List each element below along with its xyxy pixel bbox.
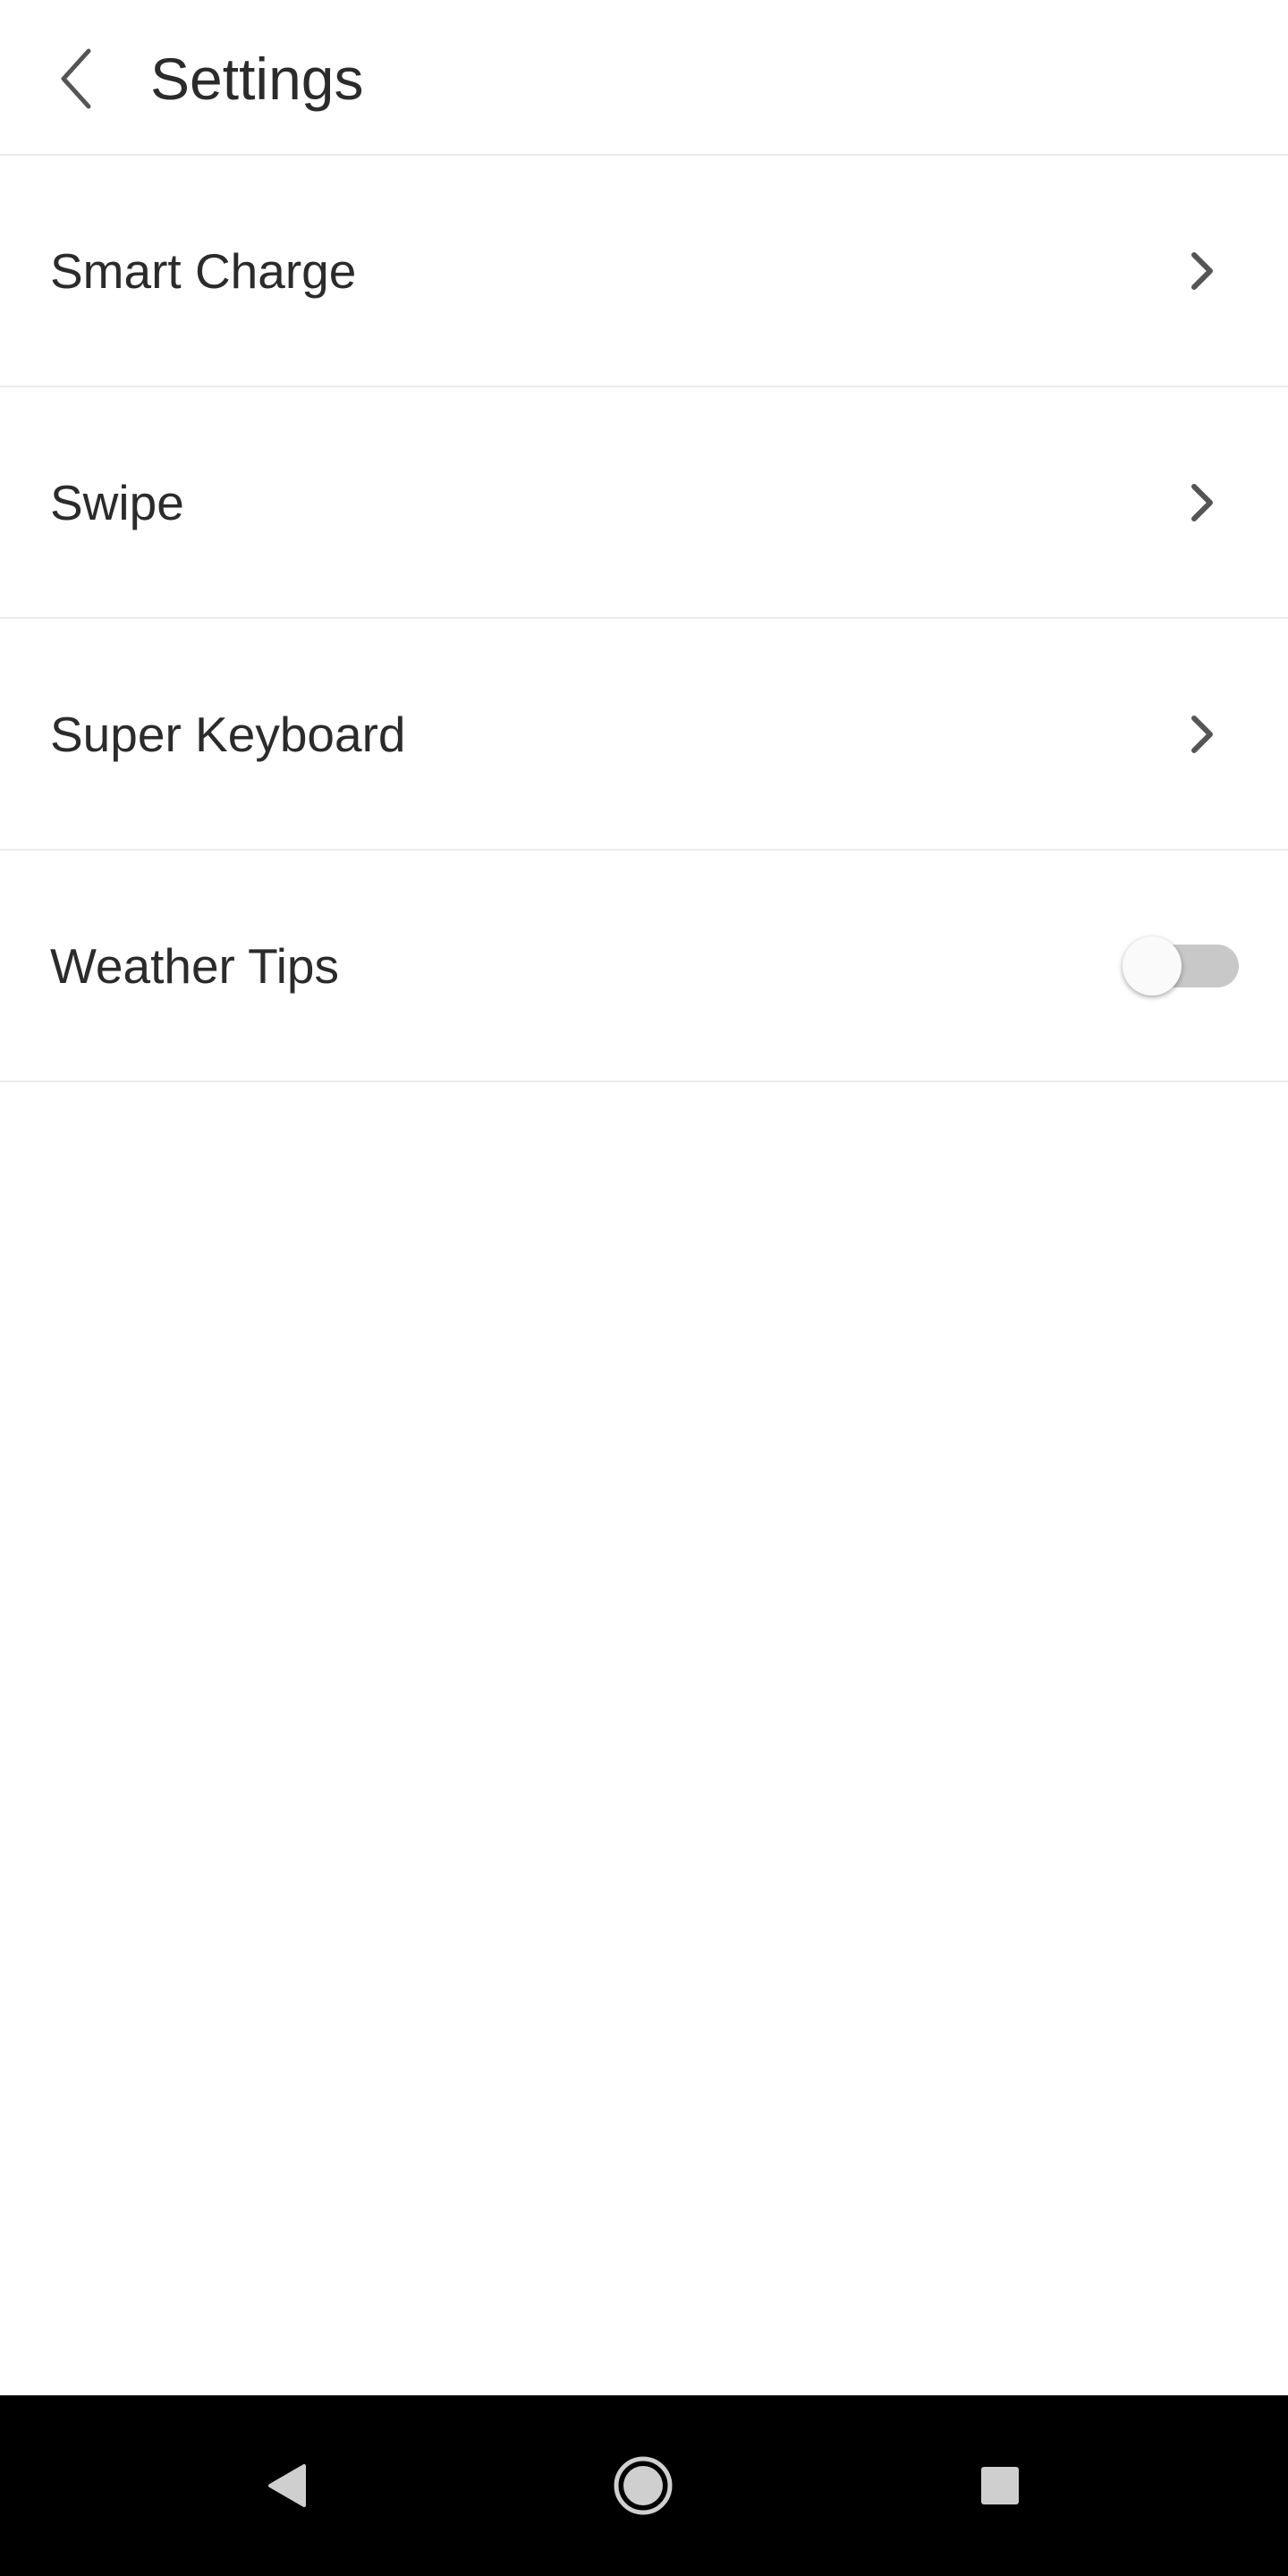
- back-button[interactable]: [45, 39, 107, 118]
- weather-tips-toggle[interactable]: [1123, 851, 1239, 1080]
- app-header: Settings: [0, 0, 1288, 156]
- page-title: Settings: [150, 46, 364, 112]
- nav-recents-button[interactable]: [937, 2395, 1063, 2576]
- system-navigation-bar: [0, 2395, 1288, 2576]
- settings-item-weather-tips: Weather Tips: [0, 851, 1288, 1082]
- toggle-knob: [1123, 936, 1182, 996]
- nav-home-icon: [614, 2456, 673, 2515]
- settings-item-label: Super Keyboard: [50, 706, 406, 762]
- settings-screen: Settings Smart Charge Swipe Super Keyboa…: [0, 0, 1288, 2576]
- settings-item-label: Smart Charge: [50, 242, 357, 299]
- nav-home-button[interactable]: [580, 2395, 706, 2576]
- settings-item-label: Weather Tips: [50, 937, 340, 994]
- settings-item-swipe[interactable]: Swipe: [0, 387, 1288, 619]
- nav-back-button[interactable]: [224, 2395, 349, 2576]
- chevron-right-icon: [1184, 619, 1220, 849]
- nav-back-icon: [268, 2464, 306, 2507]
- settings-item-smart-charge[interactable]: Smart Charge: [0, 156, 1288, 387]
- chevron-left-icon: [61, 48, 91, 109]
- settings-item-super-keyboard[interactable]: Super Keyboard: [0, 619, 1288, 851]
- settings-list: Smart Charge Swipe Super Keyboard Weathe…: [0, 156, 1288, 1082]
- nav-recents-icon: [981, 2467, 1019, 2504]
- chevron-right-icon: [1184, 387, 1220, 617]
- chevron-right-icon: [1184, 156, 1220, 386]
- settings-item-label: Swipe: [50, 474, 184, 530]
